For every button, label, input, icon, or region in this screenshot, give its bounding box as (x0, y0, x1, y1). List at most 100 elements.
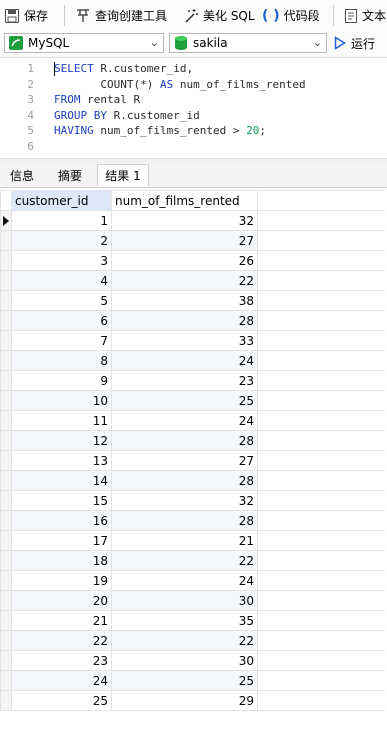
result-grid[interactable]: customer_id num_of_films_rented 1 32 2 27 3 2… (0, 190, 387, 739)
table-row[interactable]: 23 30 (0, 650, 385, 671)
cell-num-of-films-rented[interactable]: 32 (111, 210, 258, 231)
table-row[interactable]: 1 32 (0, 210, 385, 231)
row-indicator[interactable] (0, 430, 12, 451)
table-row[interactable]: 3 26 (0, 250, 385, 271)
beautify-sql-button[interactable]: 美化 SQL (183, 0, 255, 31)
row-indicator[interactable] (0, 390, 12, 411)
table-row[interactable]: 15 32 (0, 490, 385, 511)
row-indicator[interactable] (0, 550, 12, 571)
cell-customer-id[interactable]: 20 (11, 590, 112, 611)
cell-customer-id[interactable]: 19 (11, 570, 112, 591)
connection-select[interactable]: MySQL ⌄ (4, 33, 164, 53)
row-indicator[interactable] (0, 530, 12, 551)
cell-customer-id[interactable]: 16 (11, 510, 112, 531)
code-snippet-button[interactable]: ( ) 代码段 (262, 0, 320, 31)
cell-num-of-films-rented[interactable]: 35 (111, 610, 258, 631)
table-row[interactable]: 24 25 (0, 670, 385, 691)
cell-customer-id[interactable]: 12 (11, 430, 112, 451)
cell-customer-id[interactable]: 21 (11, 610, 112, 631)
query-builder-button[interactable]: 查询创建工具 (75, 0, 167, 31)
row-indicator[interactable] (0, 370, 12, 391)
cell-num-of-films-rented[interactable]: 28 (111, 470, 258, 491)
cell-num-of-films-rented[interactable]: 30 (111, 650, 258, 671)
row-indicator[interactable] (0, 250, 12, 271)
table-row[interactable]: 10 25 (0, 390, 385, 411)
cell-num-of-films-rented[interactable]: 23 (111, 370, 258, 391)
table-row[interactable]: 18 22 (0, 550, 385, 571)
table-row[interactable]: 9 23 (0, 370, 385, 391)
cell-customer-id[interactable]: 24 (11, 670, 112, 691)
cell-num-of-films-rented[interactable]: 28 (111, 430, 258, 451)
cell-num-of-films-rented[interactable]: 32 (111, 490, 258, 511)
text-button[interactable]: 文本 (344, 0, 386, 31)
cell-customer-id[interactable]: 11 (11, 410, 112, 431)
row-indicator[interactable] (0, 570, 12, 591)
sql-editor[interactable]: 1 2 3 4 5 6 SELECT R.customer_id, COUNT(*) AS… (0, 58, 387, 158)
row-indicator[interactable] (0, 490, 12, 511)
tab-summary[interactable]: 摘要 (47, 165, 93, 186)
cell-customer-id[interactable]: 4 (11, 270, 112, 291)
cell-customer-id[interactable]: 1 (11, 210, 112, 231)
cell-customer-id[interactable]: 15 (11, 490, 112, 511)
column-header-num-of-films-rented[interactable]: num_of_films_rented (111, 190, 258, 211)
cell-num-of-films-rented[interactable]: 22 (111, 550, 258, 571)
cell-customer-id[interactable]: 2 (11, 230, 112, 251)
cell-num-of-films-rented[interactable]: 22 (111, 630, 258, 651)
row-indicator[interactable] (0, 630, 12, 651)
table-row[interactable]: 8 24 (0, 350, 385, 371)
cell-customer-id[interactable]: 5 (11, 290, 112, 311)
row-indicator[interactable] (0, 270, 12, 291)
cell-customer-id[interactable]: 8 (11, 350, 112, 371)
table-row[interactable]: 4 22 (0, 270, 385, 291)
cell-num-of-films-rented[interactable]: 27 (111, 230, 258, 251)
cell-num-of-films-rented[interactable]: 33 (111, 330, 258, 351)
table-row[interactable]: 2 27 (0, 230, 385, 251)
cell-customer-id[interactable]: 9 (11, 370, 112, 391)
cell-customer-id[interactable]: 14 (11, 470, 112, 491)
column-header-customer-id[interactable]: customer_id (11, 190, 112, 211)
save-button[interactable]: 保存 (4, 0, 48, 31)
cell-num-of-films-rented[interactable]: 24 (111, 350, 258, 371)
database-select[interactable]: sakila ⌄ (169, 33, 327, 53)
row-indicator[interactable] (0, 230, 12, 251)
cell-num-of-films-rented[interactable]: 21 (111, 530, 258, 551)
cell-num-of-films-rented[interactable]: 26 (111, 250, 258, 271)
cell-customer-id[interactable]: 13 (11, 450, 112, 471)
cell-customer-id[interactable]: 18 (11, 550, 112, 571)
tab-result-1[interactable]: 结果 1 (97, 164, 149, 187)
cell-customer-id[interactable]: 25 (11, 690, 112, 711)
table-row[interactable]: 22 22 (0, 630, 385, 651)
run-button[interactable]: 运行 (334, 33, 375, 53)
cell-customer-id[interactable]: 3 (11, 250, 112, 271)
cell-num-of-films-rented[interactable]: 22 (111, 270, 258, 291)
row-indicator[interactable] (0, 350, 12, 371)
cell-num-of-films-rented[interactable]: 28 (111, 310, 258, 331)
cell-customer-id[interactable]: 7 (11, 330, 112, 351)
row-indicator[interactable] (0, 670, 12, 691)
table-row[interactable]: 21 35 (0, 610, 385, 631)
row-indicator[interactable] (0, 310, 12, 331)
row-indicator[interactable] (0, 690, 12, 711)
table-row[interactable]: 7 33 (0, 330, 385, 351)
table-row[interactable]: 12 28 (0, 430, 385, 451)
table-row[interactable]: 5 38 (0, 290, 385, 311)
table-row[interactable]: 16 28 (0, 510, 385, 531)
cell-customer-id[interactable]: 22 (11, 630, 112, 651)
table-row[interactable]: 20 30 (0, 590, 385, 611)
cell-customer-id[interactable]: 17 (11, 530, 112, 551)
tab-info[interactable]: 信息 (2, 165, 42, 186)
row-indicator[interactable] (0, 510, 12, 531)
cell-num-of-films-rented[interactable]: 29 (111, 690, 258, 711)
table-row[interactable]: 13 27 (0, 450, 385, 471)
row-indicator[interactable] (0, 410, 12, 431)
cell-customer-id[interactable]: 6 (11, 310, 112, 331)
table-row[interactable]: 6 28 (0, 310, 385, 331)
table-row[interactable]: 25 29 (0, 690, 385, 711)
cell-num-of-films-rented[interactable]: 30 (111, 590, 258, 611)
cell-num-of-films-rented[interactable]: 24 (111, 570, 258, 591)
table-row[interactable]: 17 21 (0, 530, 385, 551)
cell-num-of-films-rented[interactable]: 27 (111, 450, 258, 471)
table-row[interactable]: 14 28 (0, 470, 385, 491)
cell-customer-id[interactable]: 10 (11, 390, 112, 411)
row-indicator[interactable] (0, 210, 12, 231)
